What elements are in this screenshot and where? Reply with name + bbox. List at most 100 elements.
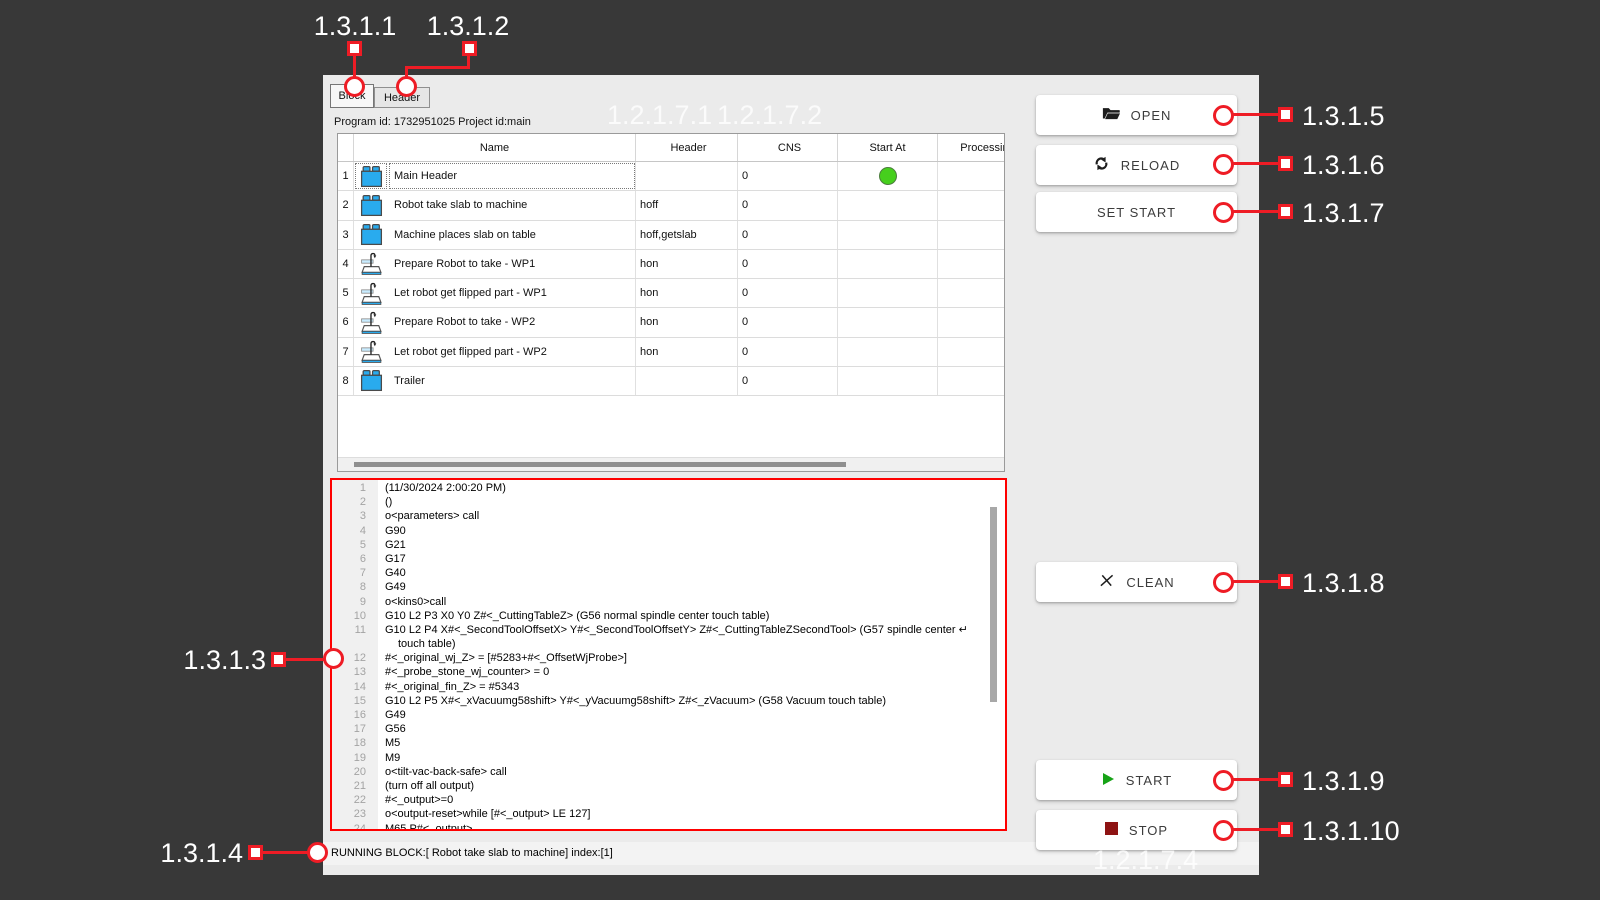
code-line: 1(11/30/2024 2:00:20 PM) [332, 481, 1005, 495]
stop-button[interactable]: STOP [1036, 810, 1237, 850]
annotation-circle [1213, 820, 1234, 841]
row-number: 2 [338, 191, 354, 219]
row-header: hoff [636, 191, 738, 219]
annotation-square [271, 652, 286, 667]
column-header-header[interactable]: Header [636, 134, 738, 161]
row-start-at [838, 367, 938, 395]
code-line: 20o<tilt-vac-back-safe> call [332, 765, 1005, 779]
annotation-square [347, 41, 362, 56]
program-id-label: Program id: 1732951025 Project id:main [334, 116, 531, 128]
code-line: 16G49 [332, 708, 1005, 722]
row-name: Prepare Robot to take - WP2 [388, 308, 636, 336]
open-button[interactable]: OPEN [1036, 95, 1237, 135]
annotation-line [405, 66, 470, 69]
annotation-line [286, 658, 326, 661]
code-line: 4G90 [332, 524, 1005, 538]
block-brick-icon [354, 162, 388, 190]
play-icon [1101, 772, 1115, 789]
code-line: 23o<output-reset>while [#<_output> LE 12… [332, 807, 1005, 821]
row-name: Main Header [388, 162, 636, 190]
faded-label-1-2-1-7-1: 1.2.1.7.1 [607, 100, 712, 131]
row-number: 4 [338, 250, 354, 278]
row-processing [938, 162, 1005, 190]
table-row[interactable]: 1 Main Header 0 [338, 162, 1004, 191]
row-header: hon [636, 308, 738, 336]
annotation-square [248, 845, 263, 860]
row-processing [938, 367, 1005, 395]
row-cns: 0 [738, 162, 838, 190]
table-row[interactable]: 7 Let robot get flipped part - WP2 hon 0 [338, 338, 1004, 367]
table-row[interactable]: 4 Prepare Robot to take - WP1 hon 0 [338, 250, 1004, 279]
row-header: hoff,getslab [636, 221, 738, 249]
row-processing [938, 250, 1005, 278]
annotation-circle [323, 648, 344, 669]
annotation-circle [1213, 202, 1234, 223]
row-number: 3 [338, 221, 354, 249]
screenshot-stage: Block Header Program id: 1732951025 Proj… [0, 0, 1600, 900]
editor-vertical-scrollbar[interactable] [990, 507, 997, 702]
start-at-indicator [879, 167, 897, 185]
column-header-cns[interactable]: CNS [738, 134, 838, 161]
table-row[interactable]: 8 Trailer 0 [338, 367, 1004, 396]
column-header-start-at[interactable]: Start At [838, 134, 938, 161]
flip-table-icon [354, 338, 388, 366]
row-processing [938, 191, 1005, 219]
block-brick-icon [354, 191, 388, 219]
code-line: 9o<kins0>call [332, 595, 1005, 609]
row-cns: 0 [738, 279, 838, 307]
gcode-editor[interactable]: 1(11/30/2024 2:00:20 PM) 2() 3o<paramete… [330, 478, 1007, 831]
annotation-square [1278, 822, 1293, 837]
reload-button[interactable]: RELOAD [1036, 145, 1237, 185]
annotation-label: 1.3.1.9 [1302, 767, 1385, 795]
row-header [636, 367, 738, 395]
annotation-line [1232, 210, 1280, 213]
column-header-processing[interactable]: Processing [938, 134, 1005, 161]
start-button[interactable]: START [1036, 760, 1237, 800]
row-start-at [838, 308, 938, 336]
block-brick-icon [354, 221, 388, 249]
row-start-at [838, 221, 938, 249]
annotation-label: 1.3.1.10 [1302, 817, 1400, 845]
table-row[interactable]: 3 Machine places slab on table hoff,gets… [338, 221, 1004, 250]
table-row[interactable]: 6 Prepare Robot to take - WP2 hon 0 [338, 308, 1004, 337]
code-line: 14#<_original_fin_Z> = #5343 [332, 680, 1005, 694]
row-start-at [838, 191, 938, 219]
annotation-circle [1213, 770, 1234, 791]
row-number: 1 [338, 162, 354, 190]
code-line: 22#<_output>=0 [332, 793, 1005, 807]
flip-table-icon [354, 308, 388, 336]
row-processing [938, 338, 1005, 366]
row-cns: 0 [738, 338, 838, 366]
row-header: hon [636, 279, 738, 307]
row-name: Let robot get flipped part - WP1 [388, 279, 636, 307]
table-row[interactable]: 2 Robot take slab to machine hoff 0 [338, 191, 1004, 220]
code-line: 6G17 [332, 552, 1005, 566]
row-name: Robot take slab to machine [388, 191, 636, 219]
table-row[interactable]: 5 Let robot get flipped part - WP1 hon 0 [338, 279, 1004, 308]
row-processing [938, 308, 1005, 336]
annotation-circle [1213, 154, 1234, 175]
code-line: 3o<parameters> call [332, 509, 1005, 523]
annotation-square [1278, 204, 1293, 219]
row-cns: 0 [738, 191, 838, 219]
scrollbar-thumb[interactable] [354, 462, 846, 467]
set-start-button[interactable]: SET START [1036, 192, 1237, 232]
column-header-name[interactable]: Name [354, 134, 636, 161]
row-header [636, 162, 738, 190]
flip-table-icon [354, 279, 388, 307]
annotation-line [1232, 778, 1280, 781]
annotation-label: 1.3.1.7 [1302, 199, 1385, 227]
row-header: hon [636, 250, 738, 278]
table-horizontal-scrollbar[interactable] [338, 457, 1004, 471]
clean-button[interactable]: CLEAN [1036, 562, 1237, 602]
code-line: 19M9 [332, 751, 1005, 765]
code-line: 7G40 [332, 566, 1005, 580]
code-line: 24M65 P#<_output> [332, 822, 1005, 830]
annotation-square [1278, 156, 1293, 171]
faded-label-1-2-1-7-4: 1.2.1.7.4 [1093, 845, 1198, 876]
row-name: Trailer [388, 367, 636, 395]
annotation-line [1232, 113, 1280, 116]
code-line: 21(turn off all output) [332, 779, 1005, 793]
annotation-circle [307, 842, 328, 863]
annotation-circle [344, 76, 365, 97]
